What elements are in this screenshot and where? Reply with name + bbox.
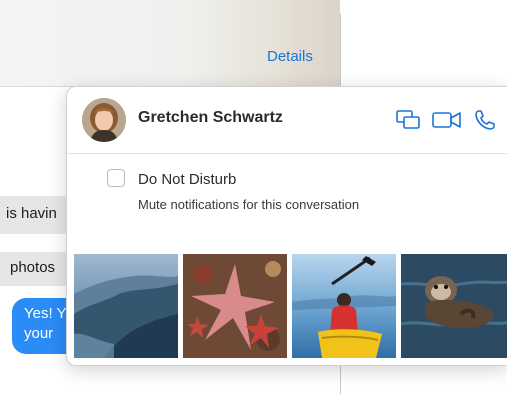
screen-share-icon[interactable] xyxy=(395,108,421,132)
avatar[interactable] xyxy=(82,98,126,142)
details-button[interactable]: Details xyxy=(267,48,313,65)
do-not-disturb-checkbox[interactable] xyxy=(107,169,125,187)
message-bubble-received: is havin xyxy=(0,196,75,234)
video-camera-icon[interactable] xyxy=(431,108,463,132)
details-popover: Gretchen Schwartz Do Not Disturb Mute no… xyxy=(66,86,507,366)
shared-photos xyxy=(67,254,507,358)
contact-name: Gretchen Schwartz xyxy=(138,109,283,126)
photo-thumbnail[interactable] xyxy=(292,254,396,358)
phone-icon[interactable] xyxy=(473,108,499,132)
photo-thumbnail[interactable] xyxy=(401,254,507,358)
conversation-header xyxy=(0,0,340,87)
photo-thumbnail[interactable] xyxy=(183,254,287,358)
do-not-disturb-label[interactable]: Do Not Disturb xyxy=(138,171,236,188)
message-bubble-received: photos xyxy=(0,252,75,286)
do-not-disturb-description: Mute notifications for this conversation xyxy=(138,197,360,212)
photo-thumbnail[interactable] xyxy=(74,254,178,358)
divider xyxy=(67,153,507,154)
avatar-photo xyxy=(82,98,126,142)
